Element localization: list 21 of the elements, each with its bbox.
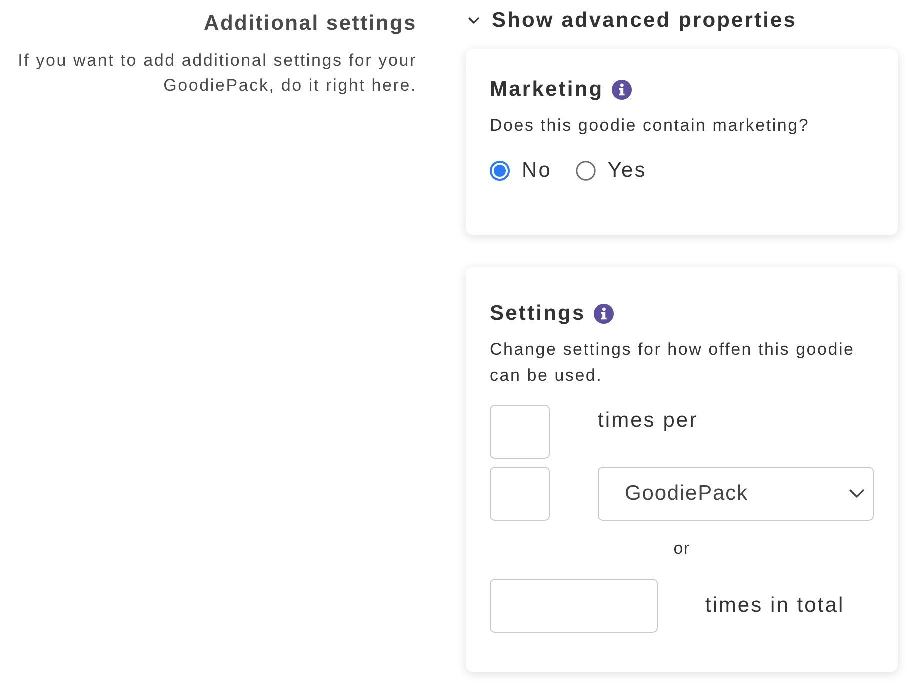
card-description: Change settings for how offen this goodie can be used.	[490, 339, 856, 387]
count-input[interactable]	[490, 405, 550, 459]
chevron-down-icon	[849, 489, 865, 499]
radio-button[interactable]	[576, 161, 596, 181]
section-title: Additional settings	[204, 11, 417, 37]
info-icon[interactable]	[612, 80, 632, 100]
times-per-label: times per	[598, 408, 698, 434]
count-input[interactable]	[490, 467, 550, 521]
info-icon[interactable]	[594, 304, 614, 324]
card-description: Does this goodie contain marketing?	[490, 115, 811, 137]
radio-label[interactable]: Yes	[608, 159, 647, 183]
card-title: Marketing	[490, 77, 604, 103]
radio-button[interactable]	[490, 161, 510, 181]
section-description: If you want to add additional settings for your GoodiePack, do it right here.	[17, 50, 417, 97]
radio-label[interactable]: No	[522, 159, 552, 183]
separator-text: or	[674, 539, 690, 559]
card-title: Settings	[490, 301, 586, 327]
total-count-input[interactable]	[490, 579, 658, 633]
period-select[interactable]: GoodiePack	[598, 467, 874, 521]
times-in-total-label: times in total	[705, 593, 845, 619]
advanced-properties-toggle[interactable]: Show advanced properties	[466, 8, 798, 34]
